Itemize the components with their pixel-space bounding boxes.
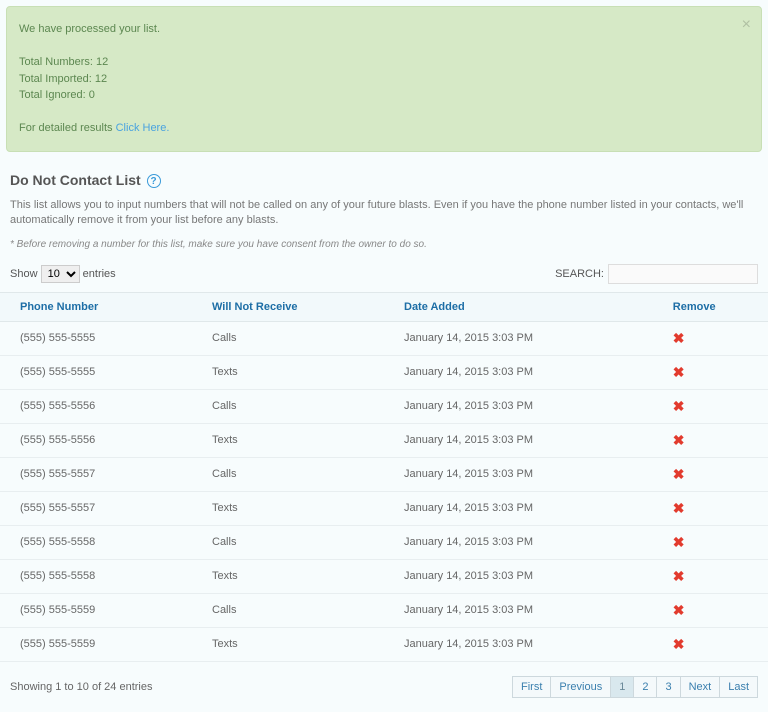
cell-type: Calls — [192, 525, 384, 559]
table-info: Showing 1 to 10 of 24 entries — [10, 681, 152, 693]
cell-date: January 14, 2015 3:03 PM — [384, 627, 653, 661]
cell-remove: ✖ — [653, 423, 768, 457]
alert-detail: For detailed results Click Here. — [19, 120, 749, 137]
remove-icon[interactable]: ✖ — [673, 330, 685, 346]
col-header-phone[interactable]: Phone Number — [0, 292, 192, 321]
entry-length: Show 10 entries — [10, 265, 116, 283]
cell-date: January 14, 2015 3:03 PM — [384, 321, 653, 355]
col-header-type[interactable]: Will Not Receive — [192, 292, 384, 321]
help-icon[interactable]: ? — [147, 174, 161, 188]
remove-icon[interactable]: ✖ — [673, 364, 685, 380]
cell-remove: ✖ — [653, 389, 768, 423]
remove-icon[interactable]: ✖ — [673, 568, 685, 584]
dnc-table: Phone Number Will Not Receive Date Added… — [0, 292, 768, 662]
page-description: This list allows you to input numbers th… — [0, 192, 768, 235]
cell-type: Texts — [192, 423, 384, 457]
cell-phone: (555) 555-5556 — [0, 423, 192, 457]
pager-page[interactable]: 3 — [656, 676, 680, 698]
cell-date: January 14, 2015 3:03 PM — [384, 593, 653, 627]
cell-remove: ✖ — [653, 559, 768, 593]
table-row: (555) 555-5556CallsJanuary 14, 2015 3:03… — [0, 389, 768, 423]
table-row: (555) 555-5558TextsJanuary 14, 2015 3:03… — [0, 559, 768, 593]
success-alert: × We have processed your list. Total Num… — [6, 6, 762, 152]
remove-icon[interactable]: ✖ — [673, 500, 685, 516]
pager-first[interactable]: First — [512, 676, 551, 698]
pager-page[interactable]: 2 — [633, 676, 657, 698]
cell-remove: ✖ — [653, 321, 768, 355]
remove-icon[interactable]: ✖ — [673, 602, 685, 618]
page-note: * Before removing a number for this list… — [0, 235, 768, 260]
cell-remove: ✖ — [653, 457, 768, 491]
cell-date: January 14, 2015 3:03 PM — [384, 559, 653, 593]
pager-next[interactable]: Next — [680, 676, 721, 698]
cell-phone: (555) 555-5556 — [0, 389, 192, 423]
pager: First Previous 123 Next Last — [513, 676, 758, 698]
cell-phone: (555) 555-5557 — [0, 491, 192, 525]
remove-icon[interactable]: ✖ — [673, 534, 685, 550]
cell-remove: ✖ — [653, 525, 768, 559]
table-row: (555) 555-5557CallsJanuary 14, 2015 3:03… — [0, 457, 768, 491]
col-header-date[interactable]: Date Added — [384, 292, 653, 321]
cell-phone: (555) 555-5558 — [0, 559, 192, 593]
alert-total-numbers: Total Numbers: 12 — [19, 54, 749, 71]
table-row: (555) 555-5555CallsJanuary 14, 2015 3:03… — [0, 321, 768, 355]
search-wrap: SEARCH: — [555, 264, 758, 284]
cell-date: January 14, 2015 3:03 PM — [384, 389, 653, 423]
search-label: SEARCH: — [555, 268, 604, 280]
table-row: (555) 555-5556TextsJanuary 14, 2015 3:03… — [0, 423, 768, 457]
page-title: Do Not Contact List ? — [0, 158, 768, 192]
pager-prev[interactable]: Previous — [550, 676, 611, 698]
search-input[interactable] — [608, 264, 758, 284]
cell-type: Texts — [192, 559, 384, 593]
cell-phone: (555) 555-5557 — [0, 457, 192, 491]
cell-type: Calls — [192, 457, 384, 491]
cell-phone: (555) 555-5555 — [0, 355, 192, 389]
cell-type: Texts — [192, 491, 384, 525]
table-row: (555) 555-5559CallsJanuary 14, 2015 3:03… — [0, 593, 768, 627]
alert-line1: We have processed your list. — [19, 21, 749, 38]
pager-last[interactable]: Last — [719, 676, 758, 698]
cell-date: January 14, 2015 3:03 PM — [384, 525, 653, 559]
cell-remove: ✖ — [653, 593, 768, 627]
cell-date: January 14, 2015 3:03 PM — [384, 355, 653, 389]
table-row: (555) 555-5558CallsJanuary 14, 2015 3:03… — [0, 525, 768, 559]
cell-type: Calls — [192, 321, 384, 355]
cell-date: January 14, 2015 3:03 PM — [384, 423, 653, 457]
alert-total-ignored: Total Ignored: 0 — [19, 87, 749, 104]
cell-type: Calls — [192, 389, 384, 423]
close-icon[interactable]: × — [742, 13, 751, 37]
cell-type: Texts — [192, 355, 384, 389]
cell-phone: (555) 555-5558 — [0, 525, 192, 559]
page-size-select[interactable]: 10 — [41, 265, 80, 283]
remove-icon[interactable]: ✖ — [673, 398, 685, 414]
table-row: (555) 555-5555TextsJanuary 14, 2015 3:03… — [0, 355, 768, 389]
table-row: (555) 555-5557TextsJanuary 14, 2015 3:03… — [0, 491, 768, 525]
table-controls: Show 10 entries SEARCH: — [0, 260, 768, 292]
cell-phone: (555) 555-5559 — [0, 593, 192, 627]
cell-remove: ✖ — [653, 627, 768, 661]
cell-type: Calls — [192, 593, 384, 627]
remove-icon[interactable]: ✖ — [673, 636, 685, 652]
col-header-remove: Remove — [653, 292, 768, 321]
cell-remove: ✖ — [653, 355, 768, 389]
pager-page[interactable]: 1 — [610, 676, 634, 698]
cell-phone: (555) 555-5555 — [0, 321, 192, 355]
table-footer: Showing 1 to 10 of 24 entries First Prev… — [0, 662, 768, 712]
cell-type: Texts — [192, 627, 384, 661]
cell-phone: (555) 555-5559 — [0, 627, 192, 661]
cell-remove: ✖ — [653, 491, 768, 525]
cell-date: January 14, 2015 3:03 PM — [384, 457, 653, 491]
detail-link[interactable]: Click Here. — [116, 122, 170, 134]
cell-date: January 14, 2015 3:03 PM — [384, 491, 653, 525]
remove-icon[interactable]: ✖ — [673, 466, 685, 482]
table-row: (555) 555-5559TextsJanuary 14, 2015 3:03… — [0, 627, 768, 661]
remove-icon[interactable]: ✖ — [673, 432, 685, 448]
alert-total-imported: Total Imported: 12 — [19, 71, 749, 88]
